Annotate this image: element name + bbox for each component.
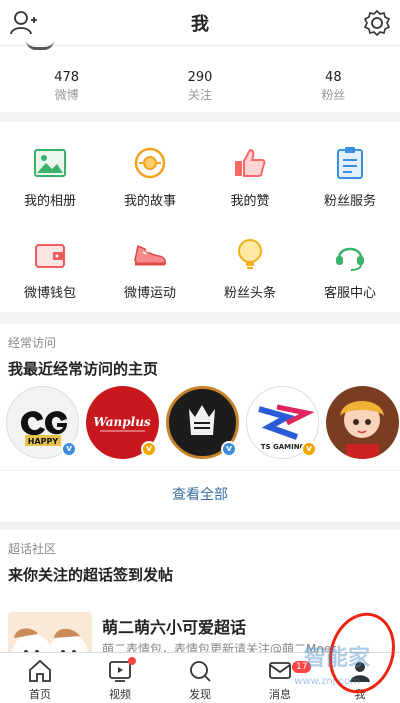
tab-label: 发现	[189, 688, 211, 701]
stat-weibo[interactable]: 478 微博	[0, 46, 133, 112]
grid-item-label: 我的相册	[23, 194, 76, 209]
tab-video[interactable]: 视频	[80, 653, 160, 703]
avatar-anime[interactable]	[326, 386, 399, 459]
stat-followers[interactable]: 48 粉丝	[267, 46, 400, 112]
tab-discover[interactable]: 发现	[160, 653, 240, 703]
see-all-link[interactable]: 查看全部	[0, 484, 400, 504]
photo-album-icon	[34, 149, 66, 177]
grid-item-fan-headline[interactable]: 粉丝头条	[200, 218, 300, 310]
stat-value: 48	[325, 70, 342, 85]
feature-grid: 我的相册 我的故事 我的赞 粉丝服务 微博钱包 微博运动 粉丝头条 客服中心	[0, 122, 400, 312]
grid-item-story[interactable]: 我的故事	[100, 126, 200, 218]
page-title: 我	[191, 13, 209, 35]
grid-item-label: 微博运动	[123, 286, 176, 301]
section-subtitle: 我最近经常访问的主页	[8, 360, 159, 378]
grid-item-label: 粉丝头条	[223, 286, 276, 301]
headset-icon	[336, 247, 364, 271]
tab-label: 视频	[109, 688, 131, 701]
message-icon	[269, 662, 291, 679]
grid-item-label: 客服中心	[323, 286, 376, 301]
profile-page: 我 478 微博 290 关注 48 粉丝 我的相册 我的故事 我的赞 粉丝服务…	[0, 0, 400, 703]
section-subtitle: 来你关注的超话签到发帖	[8, 566, 174, 584]
verified-badge: v	[141, 441, 157, 457]
frequent-visits-section: 经常访问 我最近经常访问的主页 HAPPY v Wanplus v v TS G…	[0, 324, 400, 522]
stat-label: 粉丝	[321, 88, 346, 102]
grid-item-sport[interactable]: 微博运动	[100, 218, 200, 310]
avatar-ts-gaming[interactable]: TS GAMING v	[246, 386, 319, 459]
grid-item-label: 粉丝服务	[323, 194, 376, 209]
grid-item-customer-service[interactable]: 客服中心	[300, 218, 400, 310]
profile-stats: 478 微博 290 关注 48 粉丝	[0, 46, 400, 112]
section-title: 经常访问	[8, 336, 57, 350]
tab-home[interactable]: 首页	[0, 653, 80, 703]
stat-value: 290	[187, 70, 213, 85]
avatar-wanplus[interactable]: Wanplus v	[86, 386, 159, 459]
gear-icon[interactable]	[362, 8, 392, 38]
stat-value: 478	[54, 70, 80, 85]
avatar-qg[interactable]: HAPPY v	[6, 386, 79, 459]
avatar-crown-team[interactable]: v	[166, 386, 239, 459]
grid-item-label: 微博钱包	[23, 286, 76, 301]
watermark-url: www.znj.com	[294, 676, 360, 687]
wallet-icon	[35, 244, 65, 268]
top-bar: 我	[0, 0, 400, 46]
lightbulb-icon	[238, 239, 262, 269]
grid-item-likes[interactable]: 我的赞	[200, 126, 300, 218]
thumbs-up-icon	[235, 148, 266, 177]
tab-label: 首页	[29, 688, 51, 701]
tab-label: 消息	[269, 688, 291, 701]
story-icon	[134, 147, 166, 179]
verified-badge: v	[221, 441, 237, 457]
stat-label: 微博	[54, 88, 79, 102]
avatar-logo-text: Wanplus	[93, 415, 151, 429]
stat-following[interactable]: 290 关注	[133, 46, 266, 112]
clipboard-icon	[337, 147, 363, 179]
sneaker-icon	[134, 244, 166, 266]
topic-name: 萌二萌六小可爱超话	[102, 618, 247, 637]
add-friend-icon[interactable]	[8, 8, 38, 38]
notification-dot	[128, 657, 136, 665]
grid-item-fan-service[interactable]: 粉丝服务	[300, 126, 400, 218]
section-title: 超话社区	[8, 542, 57, 556]
grid-item-wallet[interactable]: 微博钱包	[0, 218, 100, 310]
grid-item-album[interactable]: 我的相册	[0, 126, 100, 218]
verified-badge: v	[301, 441, 317, 457]
avatar-logo-text: TS GAMING	[261, 443, 306, 451]
avatar-row: HAPPY v Wanplus v v TS GAMING v	[6, 386, 399, 459]
watermark: 智能家	[303, 646, 370, 671]
stat-label: 关注	[187, 88, 212, 102]
divider	[0, 470, 400, 471]
grid-item-label: 我的故事	[123, 194, 176, 209]
grid-item-label: 我的赞	[230, 194, 270, 209]
avatar-logo-text: HAPPY	[28, 437, 59, 446]
search-icon	[190, 661, 211, 682]
home-icon	[29, 659, 51, 682]
verified-badge: v	[61, 441, 77, 457]
